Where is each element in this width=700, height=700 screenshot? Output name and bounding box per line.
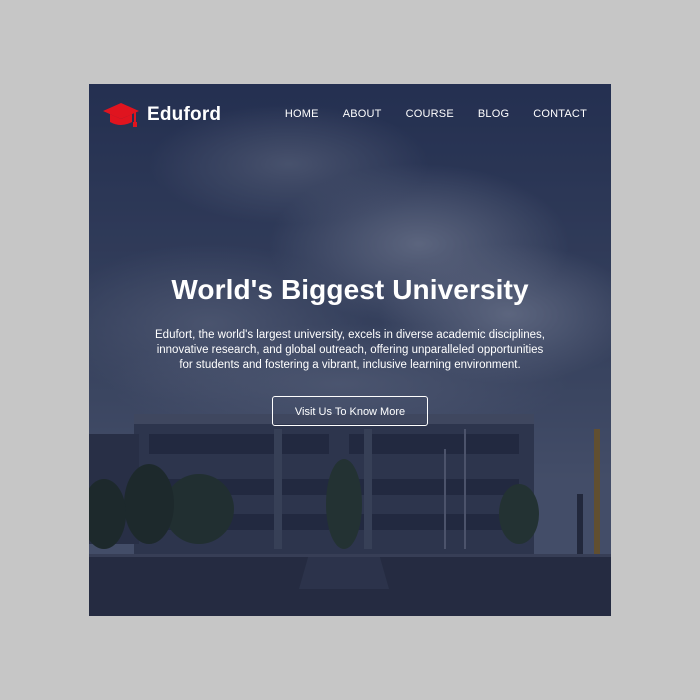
nav-menu: HOME ABOUT COURSE BLOG CONTACT	[285, 108, 587, 120]
hero-content: World's Biggest University Edufort, the …	[89, 274, 611, 426]
brand-name: Eduford	[147, 104, 222, 125]
nav-link-contact[interactable]: CONTACT	[533, 108, 587, 120]
hero-section: Eduford HOME ABOUT COURSE BLOG CONTACT W…	[89, 84, 611, 616]
hero-title: World's Biggest University	[171, 274, 529, 305]
graduation-cap-icon	[103, 103, 139, 127]
nav-link-course[interactable]: COURSE	[406, 108, 454, 120]
navbar: Eduford HOME ABOUT COURSE BLOG CONTACT	[89, 84, 611, 146]
nav-link-about[interactable]: ABOUT	[343, 108, 382, 120]
visit-us-button[interactable]: Visit Us To Know More	[272, 396, 428, 426]
nav-link-blog[interactable]: BLOG	[478, 108, 509, 120]
nav-link-home[interactable]: HOME	[285, 108, 319, 120]
hero-description: Edufort, the world's largest university,…	[155, 329, 545, 371]
logo[interactable]: Eduford	[101, 99, 221, 131]
